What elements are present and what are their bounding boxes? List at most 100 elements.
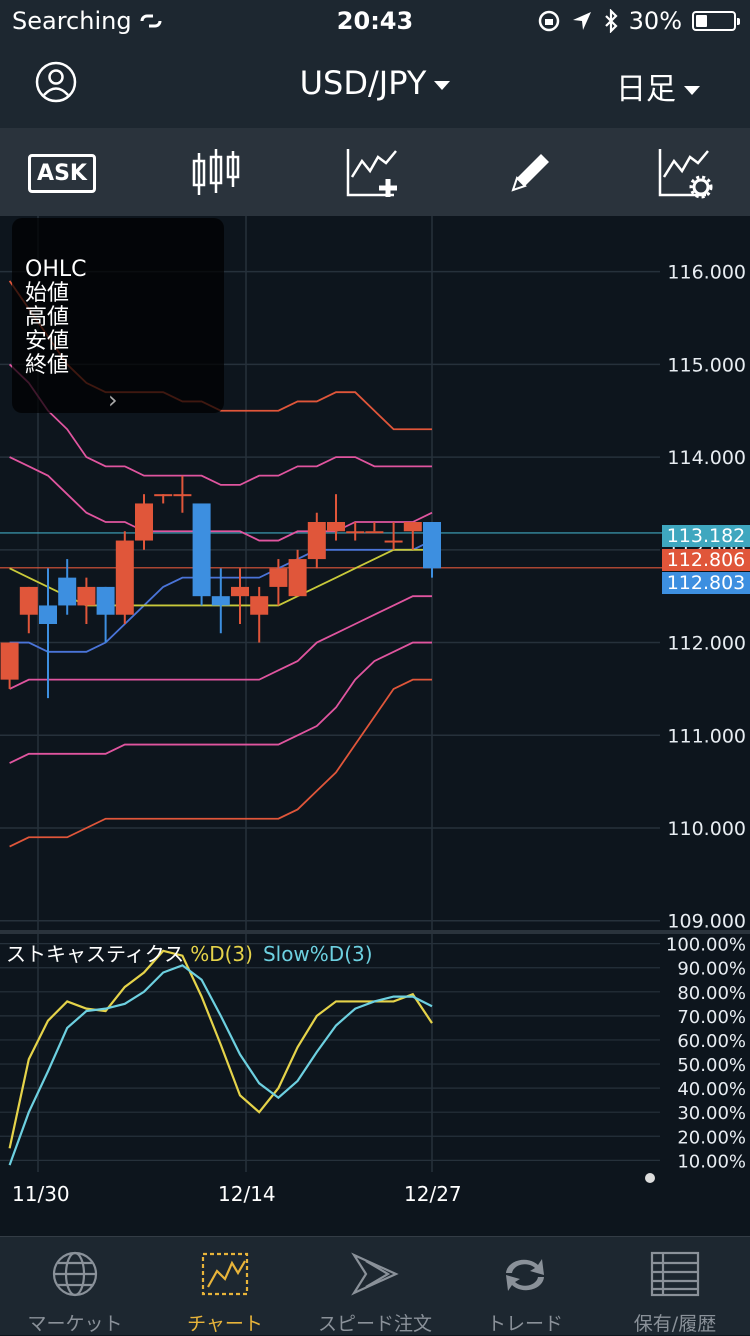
price-tag-last: 112.806 (662, 549, 750, 571)
price-tick-label: 110.000 (667, 818, 746, 840)
candle-body (96, 586, 115, 615)
candle-body (231, 586, 249, 597)
rotation-lock-icon (538, 10, 559, 32)
candle-body (58, 577, 77, 606)
price-tick-label: 109.000 (667, 911, 746, 930)
osc-tick-label: 90.00% (677, 959, 746, 980)
bluetooth-icon (604, 9, 618, 33)
candle-body (173, 494, 192, 497)
candlestick-icon (192, 149, 240, 195)
candle-body (288, 559, 307, 597)
speed-order-icon (351, 1252, 399, 1296)
date-label: 12/14 (218, 1182, 276, 1206)
candle-body (135, 503, 153, 541)
candle-body (77, 586, 96, 606)
add-indicator-icon (346, 149, 397, 197)
candle-body (19, 586, 38, 615)
candle-body (384, 540, 403, 543)
tab-chart[interactable]: チャート (150, 1237, 300, 1335)
candle-body (423, 522, 441, 569)
battery-fill (696, 15, 707, 27)
date-axis: 11/30 12/14 12/27 (0, 1182, 750, 1212)
tab-label: スピード注文 (317, 1313, 432, 1335)
price-tick-label: 115.000 (667, 354, 746, 376)
ohlc-title: OHLC (25, 257, 87, 282)
nav-bar: USD/JPY 日足 (0, 42, 750, 128)
indicator-settings-icon (658, 149, 713, 199)
add-indicator-button[interactable] (342, 144, 406, 202)
chevron-down-icon (684, 86, 700, 95)
tab-label: トレード (486, 1313, 563, 1335)
tab-history[interactable]: 保有/履歴 (600, 1237, 750, 1335)
low-label: 安値 (25, 329, 70, 354)
globe-icon (52, 1251, 98, 1297)
pencil-icon (511, 154, 549, 192)
candle-body (250, 596, 269, 615)
osc-tick-label: 100.00% (666, 935, 746, 956)
tab-speed-order[interactable]: スピード注文 (300, 1237, 450, 1335)
high-label: 高値 (25, 305, 70, 330)
tab-market[interactable]: マーケット (0, 1237, 150, 1335)
chart-toolbar: ASK (0, 128, 750, 216)
chevron-right-icon[interactable]: › (108, 386, 118, 414)
candle-body (115, 540, 134, 615)
indicator-settings-button[interactable] (654, 144, 718, 202)
location-icon (572, 12, 591, 30)
price-tag-ask: 113.182 (662, 525, 750, 547)
price-tick-label: 114.000 (667, 447, 746, 469)
stochastics-name: ストキャスティクス (6, 942, 185, 966)
osc-tick-label: 70.00% (677, 1007, 746, 1028)
candle-body (269, 568, 288, 587)
candle-body (365, 531, 384, 534)
battery-icon (692, 11, 740, 31)
date-label: 11/30 (12, 1182, 70, 1206)
d-series-label: %D(3) (190, 942, 253, 966)
ask-label: ASK (28, 153, 96, 193)
stochastics-legend: ストキャスティクス %D(3) Slow%D(3) (6, 938, 373, 967)
status-bar: Searching 20:43 30% (0, 0, 750, 42)
tab-label: チャート (187, 1313, 263, 1335)
candle-body (346, 531, 365, 534)
candle-body (39, 605, 57, 624)
open-label: 始値 (25, 281, 70, 306)
osc-tick-label: 60.00% (677, 1031, 746, 1052)
candle-body (307, 522, 326, 560)
candle-body (403, 522, 422, 532)
candle-body (327, 522, 345, 532)
price-tag-bid: 112.803 (662, 572, 750, 594)
tab-label: 保有/履歴 (633, 1313, 717, 1335)
stochastics-series-line (8, 949, 433, 1149)
ask-button[interactable]: ASK (28, 144, 96, 202)
tab-bar: マーケット チャート スピード注文 トレード 保有/履歴 (0, 1236, 750, 1335)
price-tick-label: 112.000 (667, 633, 746, 655)
close-label: 終値 (25, 353, 70, 378)
date-label: 12/27 (404, 1182, 462, 1206)
candle-body (211, 596, 230, 606)
trade-icon (506, 1259, 544, 1291)
status-right: 30% (537, 7, 740, 35)
battery-percent: 30% (628, 7, 682, 35)
slowd-series-label: Slow%D(3) (262, 942, 373, 966)
candle-body (0, 642, 19, 680)
currency-pair-label: USD/JPY (299, 64, 427, 102)
chart-type-button[interactable] (184, 144, 248, 202)
osc-tick-label: 40.00% (677, 1079, 746, 1100)
osc-tick-label: 10.00% (677, 1151, 746, 1172)
tab-trade[interactable]: トレード (450, 1237, 600, 1335)
history-icon (650, 1251, 700, 1297)
period-selector[interactable]: 日足 (616, 64, 700, 108)
candle-body (192, 503, 211, 597)
osc-tick-label: 50.00% (677, 1055, 746, 1076)
osc-tick-label: 20.00% (677, 1127, 746, 1148)
price-tick-label: 116.000 (667, 262, 746, 284)
period-label: 日足 (616, 72, 676, 107)
chart-icon (201, 1252, 249, 1296)
draw-button[interactable] (498, 144, 562, 202)
price-tick-label: 111.000 (667, 725, 746, 747)
tab-label: マーケット (27, 1313, 123, 1335)
chevron-down-icon (434, 80, 451, 90)
stochastics-series-line (8, 964, 433, 1166)
osc-tick-label: 80.00% (677, 983, 746, 1004)
candle-body (154, 494, 173, 497)
ohlc-panel[interactable]: OHLC 始値 高値 安値 終値 › (12, 218, 224, 414)
